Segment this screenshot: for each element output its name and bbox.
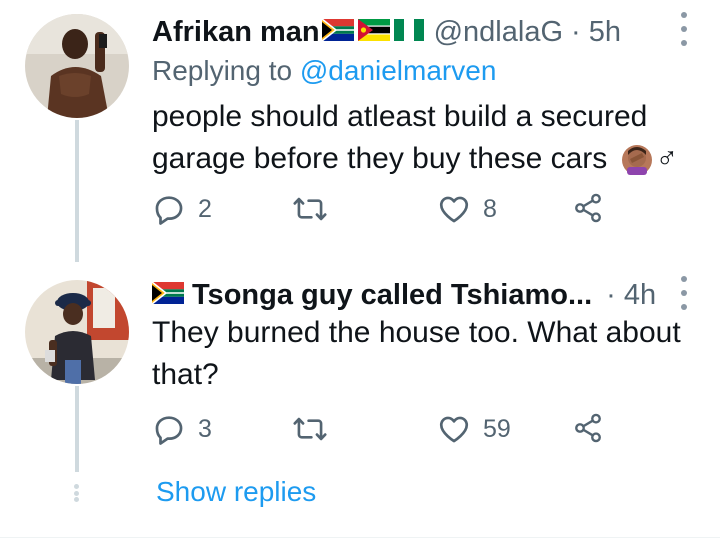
tweet[interactable]: Afrikan man @ndlalaG · 5h Replying to @d…: [0, 0, 720, 262]
display-name[interactable]: Afrikan man: [152, 16, 320, 49]
tweet-header: Afrikan man @ndlalaG · 5h: [152, 14, 660, 50]
reply-count: 3: [198, 414, 212, 443]
tweet-text: They burned the house too. What about th…: [152, 312, 690, 396]
more-vertical-icon[interactable]: [678, 12, 690, 46]
nigeria-flag-icon: [393, 16, 424, 49]
thread-line: [75, 120, 79, 262]
tweet[interactable]: Tsonga guy called Tshiamo... · 4h They b…: [0, 262, 720, 472]
separator: ·: [571, 15, 581, 48]
replying-to: Replying to @danielmarven: [152, 55, 496, 87]
tweet-header: Tsonga guy called Tshiamo... · 4h: [151, 277, 660, 313]
avatar[interactable]: [25, 280, 129, 384]
thread-line: [75, 386, 79, 472]
retweet-button[interactable]: [292, 192, 340, 226]
replying-prefix: Replying to: [152, 55, 300, 86]
like-icon: [437, 412, 471, 446]
share-icon: [572, 412, 604, 444]
like-count: 8: [483, 194, 497, 223]
south-africa-flag-icon: [321, 16, 354, 49]
south-africa-flag-icon: [151, 279, 184, 312]
share-icon: [572, 192, 604, 224]
display-name[interactable]: Tsonga guy called Tshiamo...: [192, 279, 592, 312]
timestamp[interactable]: 4h: [624, 279, 656, 312]
reply-icon: [152, 412, 186, 446]
replying-to-link[interactable]: @danielmarven: [300, 55, 497, 86]
tweet-actions: 3 59: [152, 412, 622, 452]
retweet-icon: [292, 192, 328, 226]
reply-count: 2: [198, 194, 212, 223]
timestamp[interactable]: 5h: [589, 16, 621, 49]
thread-continuation-dots: [74, 484, 80, 502]
like-icon: [437, 192, 471, 226]
reply-button[interactable]: 3: [152, 412, 212, 446]
divider: [0, 537, 720, 538]
tweet-actions: 2 8: [152, 192, 622, 232]
avatar[interactable]: [25, 14, 129, 118]
male-sign: ♂: [655, 142, 679, 175]
retweet-button[interactable]: [292, 412, 340, 446]
tweet-text: people should atleast build a secured ga…: [152, 96, 690, 180]
like-button[interactable]: 59: [437, 412, 511, 446]
like-button[interactable]: 8: [437, 192, 497, 226]
facepalm-emoji-icon: [621, 145, 652, 176]
more-vertical-icon[interactable]: [678, 276, 690, 310]
tweet-text-content: They burned the house too. What about th…: [152, 316, 681, 391]
mozambique-flag-icon: [357, 16, 390, 49]
show-replies-link[interactable]: Show replies: [156, 476, 316, 508]
retweet-icon: [292, 412, 328, 446]
share-button[interactable]: [572, 412, 604, 444]
separator: ·: [606, 278, 616, 311]
reply-button[interactable]: 2: [152, 192, 212, 226]
like-count: 59: [483, 414, 511, 443]
handle[interactable]: @ndlalaG: [434, 16, 563, 49]
tweet-text-content: people should atleast build a secured ga…: [152, 100, 648, 175]
reply-icon: [152, 192, 186, 226]
share-button[interactable]: [572, 192, 604, 224]
